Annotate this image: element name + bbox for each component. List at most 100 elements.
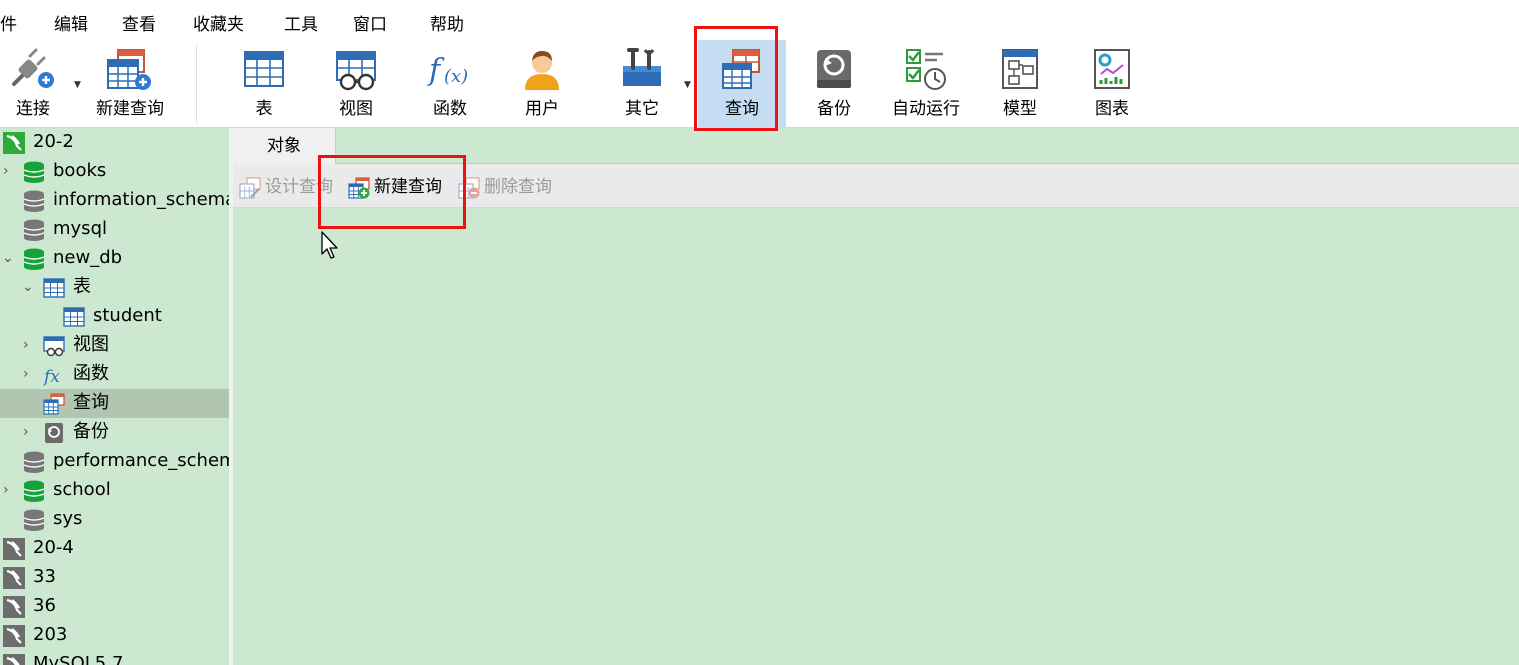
tree-db-performance-schema[interactable]: performance_schema bbox=[0, 447, 229, 476]
database-icon bbox=[23, 509, 45, 531]
tree-label: 20-4 bbox=[33, 537, 74, 558]
tree-connection-20-2[interactable]: 20-2 bbox=[0, 128, 229, 157]
design-query-icon bbox=[239, 177, 261, 199]
tree-connection-36[interactable]: 36 bbox=[0, 592, 229, 621]
tree-db-books[interactable]: › books bbox=[0, 157, 229, 186]
tree-label: 表 bbox=[73, 276, 91, 297]
backup-icon bbox=[45, 423, 63, 443]
backup-icon bbox=[817, 50, 851, 88]
tree-folder-backups[interactable]: › 备份 bbox=[0, 418, 229, 447]
menu-file[interactable]: 件 bbox=[0, 14, 17, 36]
navigation-tree: 20-2 › books information_schema mysql ⌄ … bbox=[0, 128, 229, 665]
function-icon: f (x) bbox=[427, 53, 468, 88]
database-icon bbox=[23, 219, 45, 241]
tree-label: 203 bbox=[33, 624, 68, 645]
svg-text:f: f bbox=[427, 53, 445, 88]
tree-label: 函数 bbox=[73, 363, 109, 384]
automation-icon bbox=[906, 49, 946, 90]
table-icon bbox=[43, 278, 65, 298]
object-list-area[interactable] bbox=[233, 209, 1519, 665]
chevron-right-icon[interactable]: › bbox=[23, 424, 37, 440]
view-label: 视图 bbox=[339, 99, 373, 119]
connection-icon bbox=[3, 625, 25, 647]
view-icon bbox=[43, 336, 65, 357]
tree-table-student[interactable]: student bbox=[0, 302, 229, 331]
tree-label: 视图 bbox=[73, 334, 109, 355]
svg-text:(x): (x) bbox=[444, 66, 468, 87]
automation-label: 自动运行 bbox=[892, 99, 960, 119]
highlight-box-new-query bbox=[318, 155, 466, 229]
tree-label: 查询 bbox=[73, 392, 109, 413]
menu-favorites[interactable]: 收藏夹 bbox=[193, 14, 244, 36]
tree-label: new_db bbox=[53, 247, 123, 268]
tree-label: information_schema bbox=[53, 189, 229, 210]
menu-edit[interactable]: 编辑 bbox=[54, 14, 88, 36]
chevron-right-icon[interactable]: › bbox=[3, 163, 17, 179]
other-button[interactable]: 其它 bbox=[604, 40, 680, 128]
tree-label: 33 bbox=[33, 566, 56, 587]
view-icon bbox=[336, 51, 376, 91]
new-query-toolbar-label: 新建查询 bbox=[96, 99, 164, 119]
user-button[interactable]: 用户 bbox=[504, 40, 580, 128]
other-dropdown-icon[interactable]: ▼ bbox=[684, 80, 691, 90]
menu-tools[interactable]: 工具 bbox=[284, 14, 318, 36]
connection-icon bbox=[3, 567, 25, 589]
function-button[interactable]: f (x) 函数 bbox=[412, 40, 488, 128]
tree-db-information-schema[interactable]: information_schema bbox=[0, 186, 229, 215]
tree-folder-queries[interactable]: 查询 bbox=[0, 389, 229, 418]
automation-button[interactable]: 自动运行 bbox=[884, 40, 968, 128]
chevron-right-icon[interactable]: › bbox=[23, 337, 37, 353]
tree-label: MySQL5.7 bbox=[33, 653, 124, 665]
tree-connection-20-4[interactable]: 20-4 bbox=[0, 534, 229, 563]
chevron-right-icon[interactable]: › bbox=[3, 482, 17, 498]
tree-folder-functions[interactable]: › fx 函数 bbox=[0, 360, 229, 389]
tree-db-sys[interactable]: sys bbox=[0, 505, 229, 534]
other-label: 其它 bbox=[625, 99, 659, 119]
connect-dropdown-icon[interactable]: ▼ bbox=[74, 80, 81, 90]
connect-button[interactable]: 连接 bbox=[0, 40, 66, 128]
backup-button[interactable]: 备份 bbox=[796, 40, 872, 128]
view-button[interactable]: 视图 bbox=[318, 40, 394, 128]
new-query-toolbar-button[interactable]: 新建查询 bbox=[90, 40, 170, 128]
chart-button[interactable]: 图表 bbox=[1074, 40, 1150, 128]
tree-db-school[interactable]: › school bbox=[0, 476, 229, 505]
tree-folder-tables[interactable]: ⌄ 表 bbox=[0, 273, 229, 302]
tree-label: 20-2 bbox=[33, 131, 74, 152]
connection-icon bbox=[3, 538, 25, 560]
table-label: 表 bbox=[255, 99, 273, 119]
tree-label: school bbox=[53, 479, 111, 500]
chart-label: 图表 bbox=[1095, 99, 1129, 119]
tree-folder-views[interactable]: › 视图 bbox=[0, 331, 229, 360]
new-query-icon bbox=[107, 49, 151, 90]
table-icon bbox=[244, 51, 284, 87]
model-label: 模型 bbox=[1003, 99, 1037, 119]
delete-query-label: 删除查询 bbox=[484, 177, 552, 197]
function-icon: fx bbox=[43, 367, 60, 386]
chevron-down-icon[interactable]: ⌄ bbox=[2, 250, 16, 266]
table-button[interactable]: 表 bbox=[226, 40, 302, 128]
model-button[interactable]: 模型 bbox=[982, 40, 1058, 128]
tree-connection-33[interactable]: 33 bbox=[0, 563, 229, 592]
title-strip bbox=[0, 0, 1519, 8]
tree-label: student bbox=[93, 305, 162, 326]
menu-window[interactable]: 窗口 bbox=[353, 14, 387, 36]
table-icon bbox=[63, 307, 85, 327]
tree-connection-mysql57[interactable]: MySQL5.7 bbox=[0, 650, 229, 665]
connection-icon bbox=[3, 596, 25, 618]
database-icon bbox=[23, 190, 45, 212]
tree-db-new-db[interactable]: ⌄ new_db bbox=[0, 244, 229, 273]
tree-label: performance_schema bbox=[53, 450, 229, 471]
chart-icon bbox=[1094, 49, 1130, 89]
menu-help[interactable]: 帮助 bbox=[430, 14, 464, 36]
function-label: 函数 bbox=[433, 99, 467, 119]
database-open-icon bbox=[23, 480, 45, 502]
chevron-right-icon[interactable]: › bbox=[23, 366, 37, 382]
tree-connection-203[interactable]: 203 bbox=[0, 621, 229, 650]
chevron-down-icon[interactable]: ⌄ bbox=[22, 279, 36, 295]
tools-icon bbox=[623, 48, 661, 86]
connection-active-icon bbox=[3, 132, 25, 154]
user-label: 用户 bbox=[525, 99, 559, 119]
tree-label: 36 bbox=[33, 595, 56, 616]
tree-db-mysql[interactable]: mysql bbox=[0, 215, 229, 244]
menu-view[interactable]: 查看 bbox=[122, 14, 156, 36]
